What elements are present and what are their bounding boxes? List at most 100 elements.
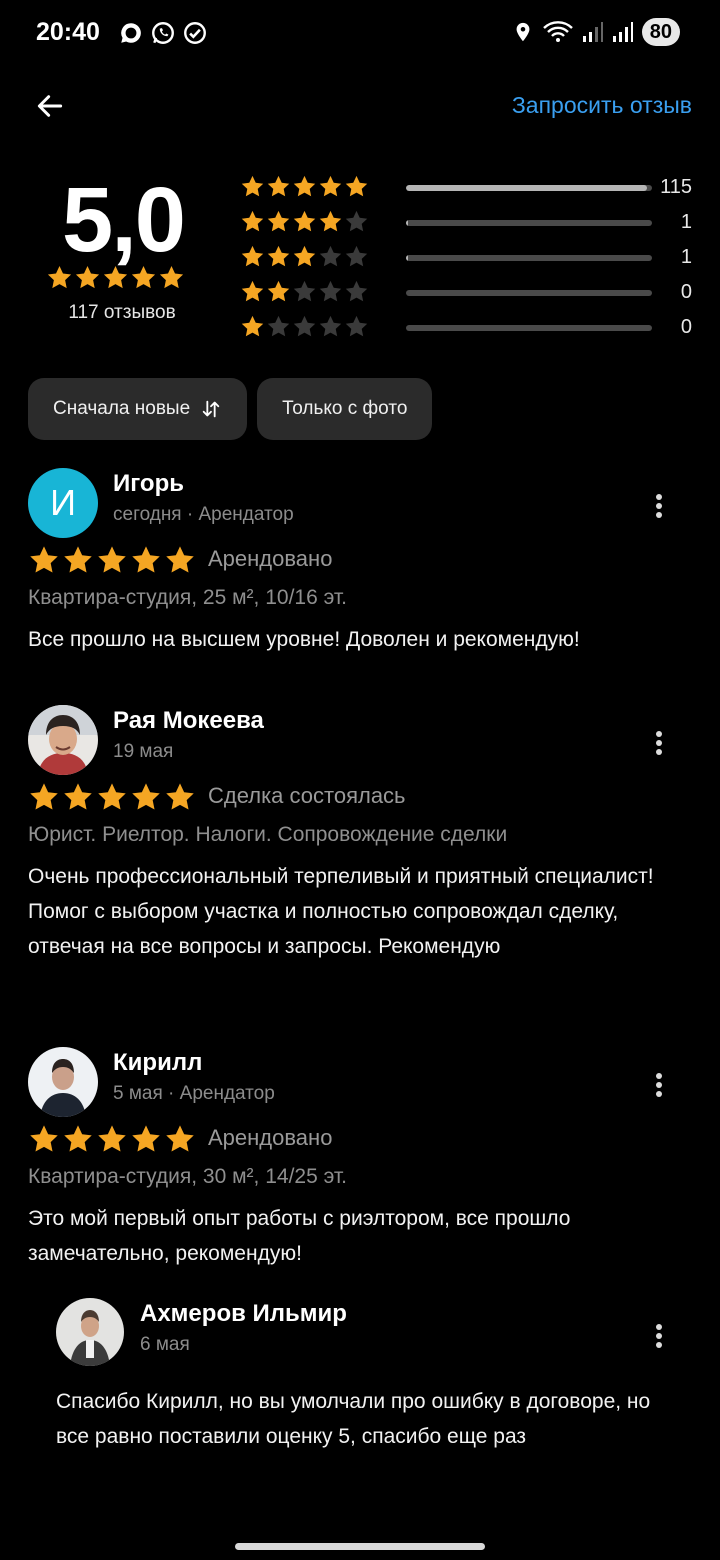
star-icon [62,1123,94,1155]
review-meta: 5 мая · Арендатор [113,1083,275,1104]
star-icon [46,264,73,291]
distribution-row-4: 1 [240,205,696,240]
star-icon [240,209,265,234]
star-icon [96,1123,128,1155]
signal-icon [612,22,633,42]
signal-icon [582,22,603,42]
star-icon [318,314,343,339]
review-text: Это мой первый опыт работы с риэлтором, … [28,1207,571,1265]
status-time: 20:40 [36,18,100,46]
star-icon [344,209,369,234]
request-review-link[interactable]: Запросить отзыв [512,92,692,119]
star-icon [240,279,265,304]
reply-date: 6 мая [140,1334,190,1355]
distribution-bar [406,185,652,191]
star-icon [96,544,128,576]
average-rating-stars [46,264,185,291]
star-icon [266,279,291,304]
distribution-stars [240,244,369,269]
distribution-stars [240,209,369,234]
review-text: Очень профессиональный терпеливый и прия… [28,865,654,958]
star-icon [130,1123,162,1155]
star-icon [292,314,317,339]
sort-arrows-icon [202,400,220,418]
distribution-row-1: 0 [240,310,696,345]
star-icon [266,314,291,339]
deal-status: Арендовано [208,546,333,571]
distribution-bar-fill [406,255,409,261]
back-button[interactable] [28,84,72,128]
avatar[interactable]: И [28,468,98,538]
star-icon [240,314,265,339]
star-icon [344,174,369,199]
star-icon [74,264,101,291]
avatar[interactable] [56,1298,124,1366]
review-stars [28,544,196,576]
reviewer-name[interactable]: Игорь [113,470,184,498]
distribution-row-3: 1 [240,240,696,275]
star-icon [130,544,162,576]
chat-bubble-icon [121,23,141,43]
distribution-row-5: 115 [240,170,696,205]
avatar[interactable] [28,705,98,775]
review-stars [28,1123,196,1155]
review-stars [28,781,196,813]
more-vertical-icon [656,1324,662,1348]
photo-only-chip[interactable]: Только с фото [257,378,433,440]
sort-newest-chip[interactable]: Сначала новые [28,378,248,440]
distribution-bar [406,325,652,331]
reply-text: Спасибо Кирилл, но вы умолчали про ошибк… [56,1390,651,1448]
more-vertical-icon [656,494,662,518]
star-icon [28,781,60,813]
star-icon [62,781,94,813]
more-options-button[interactable] [644,1316,674,1356]
more-options-button[interactable] [644,486,674,526]
star-icon [240,174,265,199]
star-icon [292,174,317,199]
avatar[interactable] [28,1047,98,1117]
star-icon [318,174,343,199]
star-icon [318,279,343,304]
distribution-bar-fill [406,220,409,226]
distribution-bar [406,290,652,296]
star-icon [158,264,185,291]
photo-chip-label: Только с фото [282,398,408,419]
more-vertical-icon [656,1073,662,1097]
distribution-count: 0 [680,281,692,303]
distribution-bar-fill [406,185,648,191]
star-icon [292,209,317,234]
star-icon [164,544,196,576]
more-vertical-icon [656,731,662,755]
deal-object: Юрист. Риелтор. Налоги. Сопровождение сд… [28,823,508,846]
star-icon [292,279,317,304]
check-circle-icon [184,22,206,44]
star-icon [96,781,128,813]
distribution-stars [240,314,369,339]
more-options-button[interactable] [644,1065,674,1105]
star-icon [266,244,291,269]
star-icon [102,264,129,291]
star-icon [28,1123,60,1155]
more-options-button[interactable] [644,723,674,763]
star-icon [62,544,94,576]
deal-status: Арендовано [208,1125,333,1150]
home-indicator[interactable] [235,1543,485,1550]
reviewer-name[interactable]: Кирилл [113,1049,202,1077]
review-meta: 19 мая [113,741,174,762]
distribution-count: 0 [680,316,692,338]
deal-object: Квартира-студия, 30 м², 14/25 эт. [28,1165,347,1188]
review-meta: сегодня · Арендатор [113,504,294,525]
distribution-count: 1 [680,211,692,233]
review-text: Все прошло на высшем уровне! Доволен и р… [28,628,580,651]
distribution-bar [406,220,652,226]
star-icon [28,544,60,576]
reviewer-name[interactable]: Рая Мокеева [113,707,264,735]
reply-author-name[interactable]: Ахмеров Ильмир [140,1300,347,1328]
star-icon [164,781,196,813]
average-rating: 5,0 [62,169,186,271]
wifi-icon [542,21,573,42]
rating-distribution: 115 1 1 0 0 [240,170,696,345]
star-icon [318,244,343,269]
review-count: 117 отзывов [68,302,176,323]
star-icon [292,244,317,269]
